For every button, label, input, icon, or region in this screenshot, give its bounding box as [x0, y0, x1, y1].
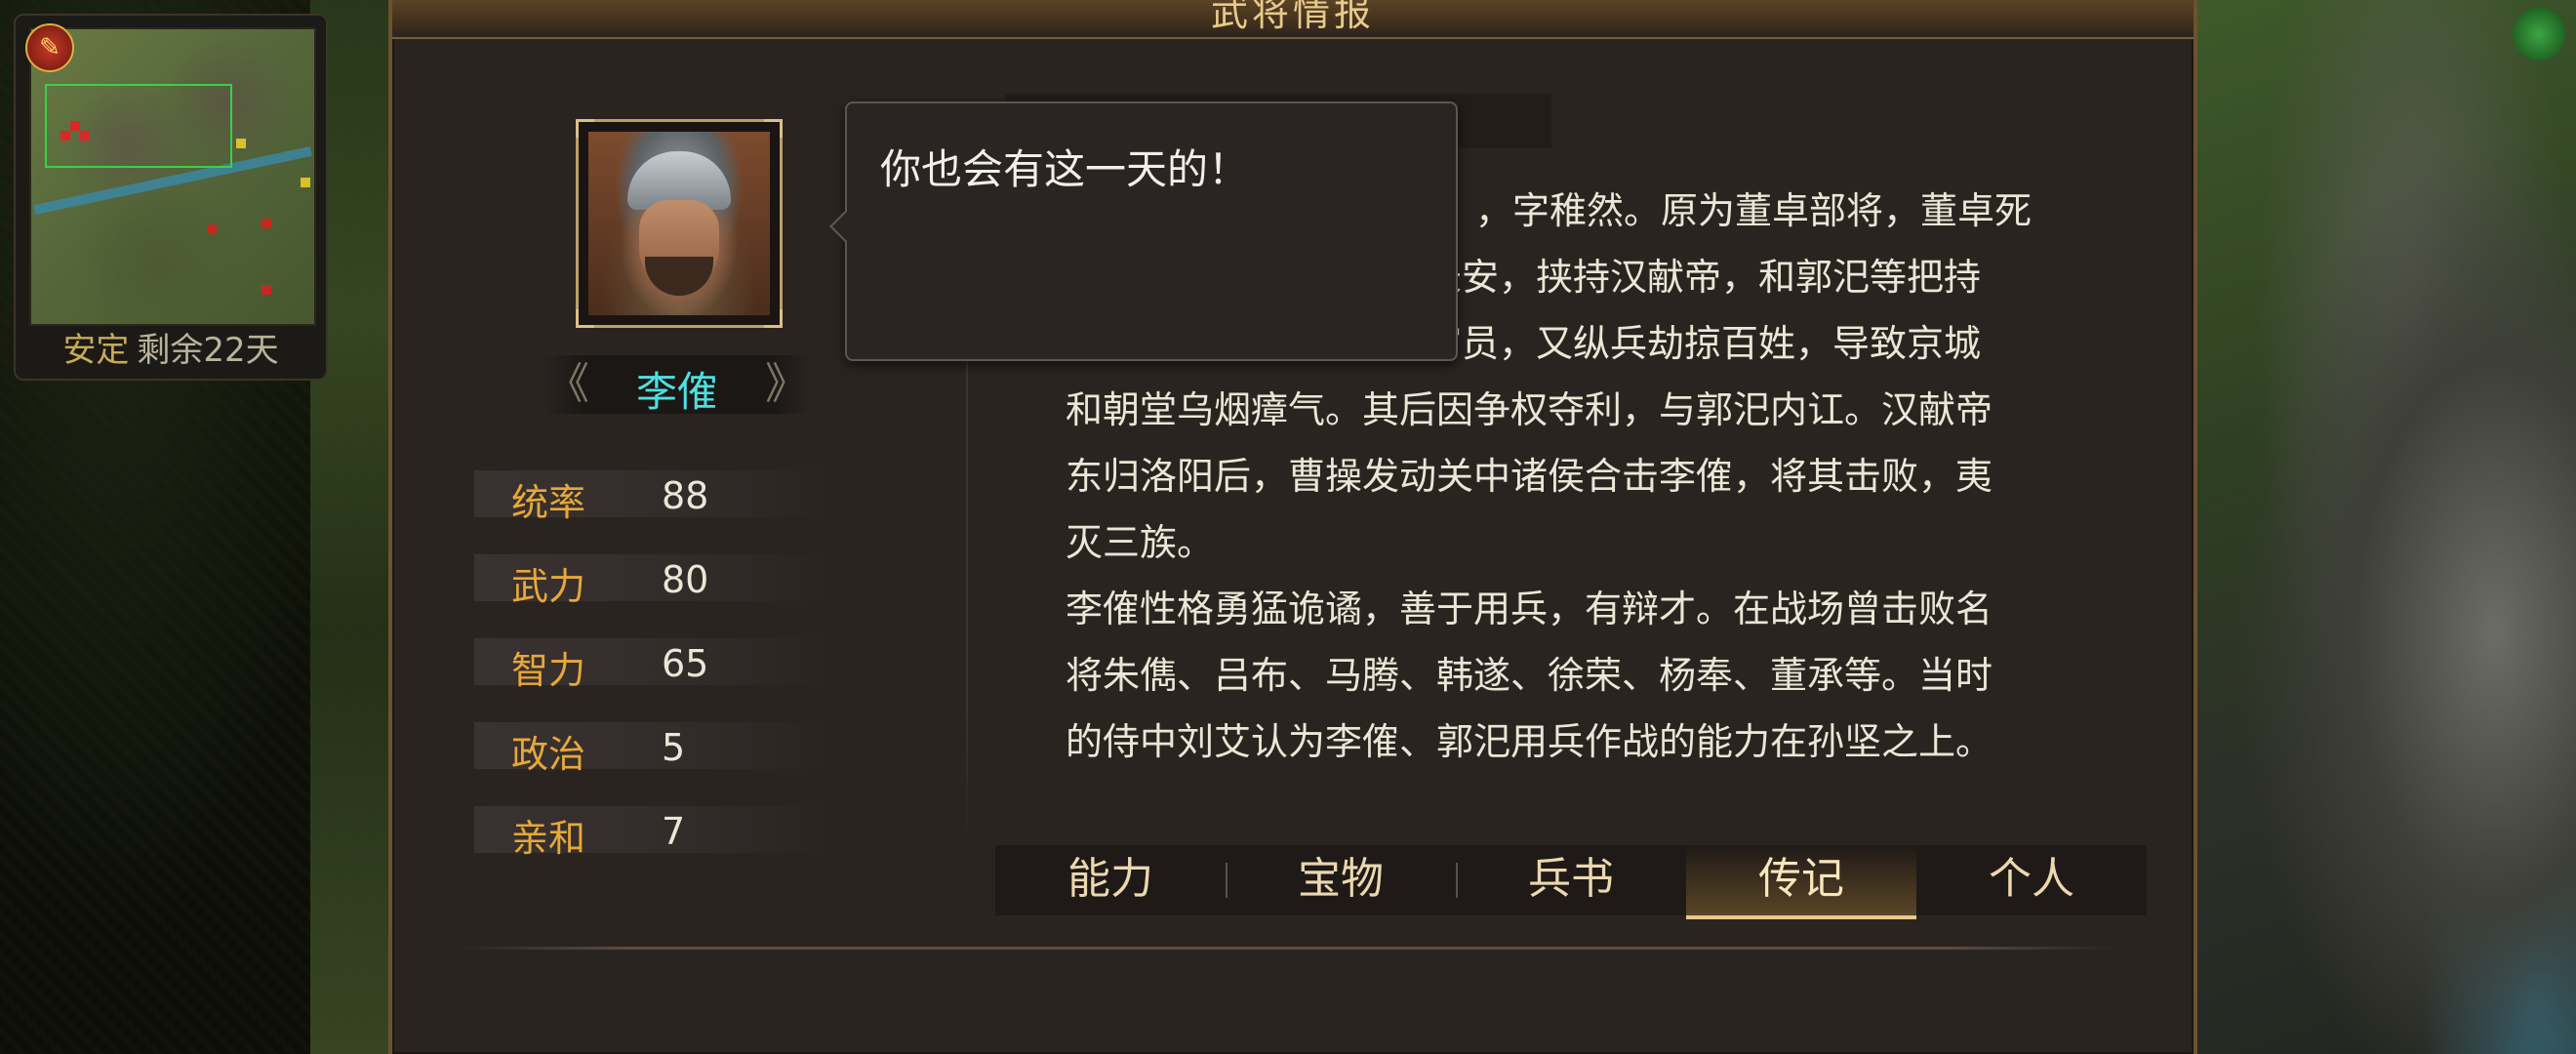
bio-line: 和朝堂乌烟瘴气。其后因争权夺利，与郭汜内讧。汉献帝 [1066, 388, 1993, 431]
general-portrait-frame [576, 119, 783, 328]
map-unit-marker-icon[interactable] [2513, 8, 2565, 61]
stat-row-politics: 政治 5 [474, 722, 829, 776]
dialog-header: 武将情报 [392, 0, 2194, 39]
dialog-title: 武将情报 [1210, 0, 1375, 34]
minimap-city-marker [301, 178, 310, 187]
stat-row-charm: 亲和 7 [474, 806, 829, 860]
beard-icon [645, 257, 713, 296]
bio-line: 东归洛阳后，曹操发动关中诸侯合击李傕，将其击败，夷 [1066, 455, 1993, 498]
next-general-arrow-icon[interactable]: 》 [765, 361, 808, 408]
tab-treasure[interactable]: 宝物 [1226, 845, 1456, 915]
stat-value: 7 [662, 810, 686, 853]
minimap-city-marker [207, 224, 217, 234]
minimap-city-marker [262, 219, 271, 228]
tab-personal[interactable]: 个人 [1916, 845, 2147, 915]
stat-value: 88 [662, 474, 709, 517]
map-background-right [2166, 0, 2576, 1054]
minimap-city-marker [70, 121, 80, 131]
frame-corner-icon [764, 119, 783, 138]
general-name-bar: 《 李傕 》 [543, 355, 812, 416]
speech-bubble: 你也会有这一天的！ [829, 101, 1458, 361]
stat-label: 武力 [511, 565, 586, 608]
stat-value: 65 [662, 642, 709, 685]
minimap-city-marker [262, 285, 271, 295]
frame-corner-icon [576, 309, 594, 328]
minimap[interactable]: ✎ 安定 剩余22天 [14, 14, 328, 381]
minimap-faction-badge-icon[interactable]: ✎ [25, 23, 74, 72]
tab-biography[interactable]: 传记 [1686, 845, 1916, 919]
speech-bubble-tail-inner [832, 211, 848, 242]
stat-value: 80 [662, 558, 709, 601]
stat-label: 政治 [511, 733, 586, 776]
stat-label: 亲和 [511, 817, 586, 860]
bio-line: 李傕性格勇猛诡谲，善于用兵，有辩才。在战场曾击败名 [1066, 588, 1993, 630]
bio-line: 灭三族。 [1066, 521, 1215, 564]
days-remaining: 剩余22天 [137, 331, 279, 370]
stat-label: 智力 [511, 649, 586, 692]
speech-text: 你也会有这一天的！ [880, 145, 1250, 193]
bio-line: 将朱儁、吕布、马腾、韩遂、徐荣、杨奉、董承等。当时 [1066, 654, 1993, 697]
bio-line: 的侍中刘艾认为李傕、郭汜用兵作战的能力在孙坚之上。 [1066, 720, 1993, 763]
stat-row-intelligence: 智力 65 [474, 638, 829, 692]
stat-row-war: 武力 80 [474, 554, 829, 608]
minimap-city-marker [60, 131, 70, 141]
minimap-view[interactable] [29, 27, 316, 326]
stat-label: 统率 [511, 481, 586, 524]
info-tab-bar: 能力 宝物 兵书 传记 个人 [995, 845, 2147, 919]
stat-row-leadership: 统率 88 [474, 470, 829, 524]
tab-ability[interactable]: 能力 [995, 845, 1226, 915]
minimap-city-marker [236, 139, 246, 148]
general-portrait [588, 132, 770, 315]
minimap-city-marker [80, 131, 90, 141]
stability-label: 安定 [62, 331, 130, 370]
minimap-status: 安定 剩余22天 [16, 323, 326, 371]
stat-value: 5 [662, 726, 686, 769]
frame-corner-icon [764, 309, 783, 328]
bottom-divider [463, 947, 2113, 950]
frame-corner-icon [576, 119, 594, 138]
tab-military-book[interactable]: 兵书 [1456, 845, 1686, 915]
